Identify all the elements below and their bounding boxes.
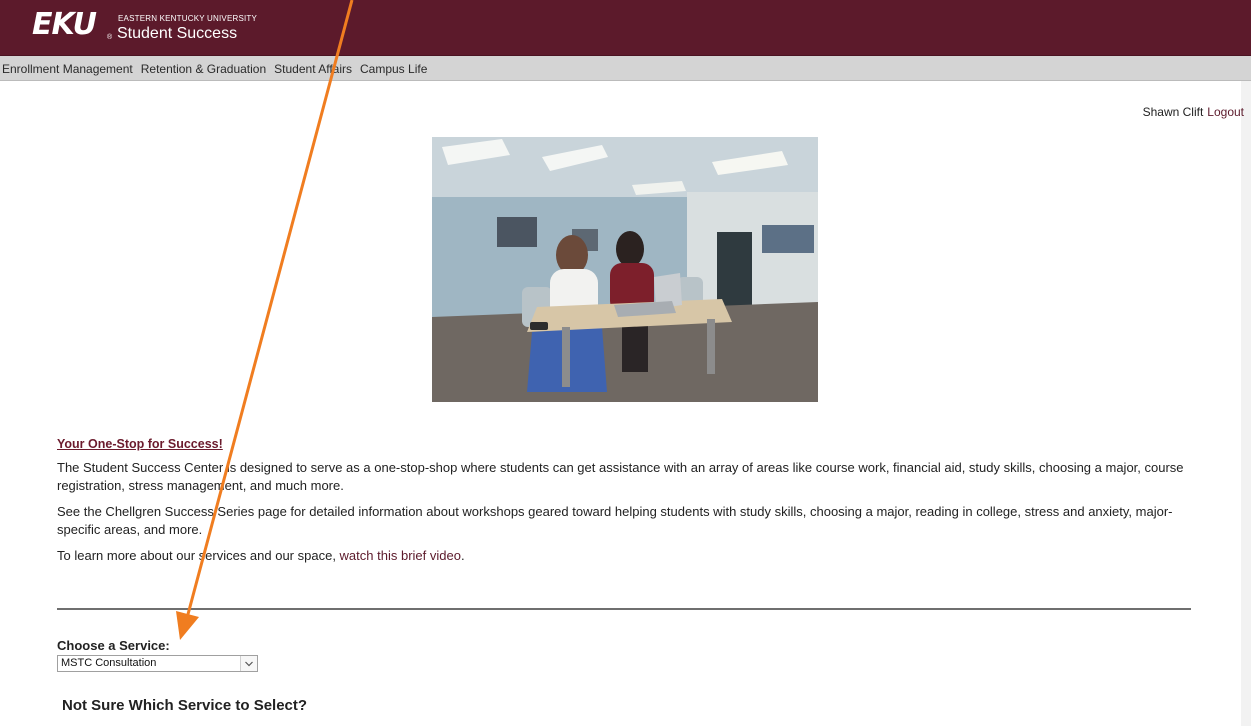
nav-item-enrollment-management[interactable]: Enrollment Management bbox=[2, 62, 133, 76]
nav-item-campus-life[interactable]: Campus Life bbox=[360, 62, 427, 76]
main-content: Your One-Stop for Success! The Student S… bbox=[57, 437, 1192, 573]
arrow-head bbox=[176, 611, 199, 640]
logout-link[interactable]: Logout bbox=[1207, 105, 1244, 119]
tagline-link[interactable]: Your One-Stop for Success! bbox=[57, 437, 1192, 451]
user-area: Shawn Clift Logout bbox=[1143, 105, 1244, 119]
workshops-paragraph: See the Chellgren Success Series page fo… bbox=[57, 504, 1173, 537]
service-selected-value: MSTC Consultation bbox=[61, 657, 157, 669]
nav-item-retention-graduation[interactable]: Retention & Graduation bbox=[141, 62, 266, 76]
service-select[interactable]: MSTC Consultation bbox=[57, 655, 258, 672]
site-header: EKU ® EASTERN KENTUCKY UNIVERSITY Studen… bbox=[0, 0, 1251, 56]
video-paragraph-end: . bbox=[460, 548, 465, 563]
video-paragraph: To learn more about our services and our… bbox=[57, 547, 1192, 565]
user-name: Shawn Clift bbox=[1142, 105, 1204, 119]
nav-item-student-affairs[interactable]: Student Affairs bbox=[274, 62, 352, 76]
scrollbar[interactable] bbox=[1241, 81, 1251, 726]
university-name: EASTERN KENTUCKY UNIVERSITY bbox=[118, 14, 258, 23]
intro-paragraph: The Student Success Center is designed t… bbox=[57, 460, 1184, 493]
section-divider bbox=[57, 608, 1191, 610]
video-link[interactable]: watch this brief video bbox=[340, 548, 461, 563]
students-study-photo bbox=[432, 137, 818, 402]
eku-logo[interactable]: EKU bbox=[32, 10, 97, 40]
chevron-down-icon bbox=[245, 661, 253, 667]
service-label: Choose a Service: bbox=[57, 638, 170, 653]
not-sure-heading: Not Sure Which Service to Select? bbox=[62, 697, 308, 714]
hero-photo bbox=[432, 137, 818, 402]
select-dropdown-button[interactable] bbox=[240, 656, 257, 671]
main-nav: Enrollment Management Retention & Graduat… bbox=[0, 56, 1251, 81]
video-paragraph-text: To learn more about our services and our… bbox=[57, 548, 340, 563]
registered-mark: ® bbox=[107, 34, 113, 41]
site-title[interactable]: Student Success bbox=[117, 25, 237, 43]
